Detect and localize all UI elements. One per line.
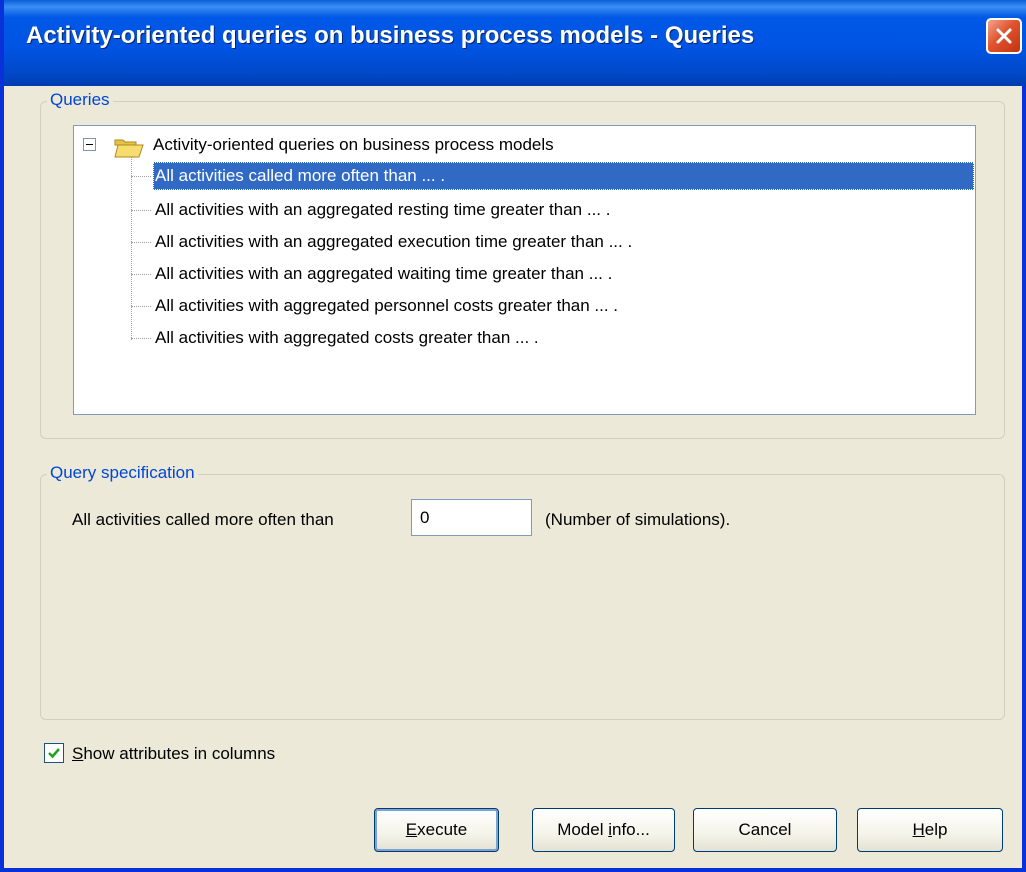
simulations-count-input[interactable] <box>411 499 532 536</box>
show-attributes-checkbox[interactable] <box>44 743 64 763</box>
tree-connector <box>131 274 151 275</box>
tree-connector <box>131 176 151 177</box>
dialog-window: Activity-oriented queries on business pr… <box>0 0 1026 872</box>
tree-connector <box>131 306 151 307</box>
show-attributes-label[interactable]: Show attributes in columns <box>72 744 275 764</box>
query-spec-group-legend: Query specification <box>47 463 198 483</box>
tree-connector <box>131 156 132 340</box>
execute-mnemonic: E <box>405 820 418 839</box>
show-attributes-text: how attributes in columns <box>83 744 276 763</box>
tree-connector <box>131 242 151 243</box>
queries-tree[interactable]: Activity-oriented queries on business pr… <box>73 125 976 415</box>
queries-group-legend: Queries <box>47 90 113 110</box>
help-button[interactable]: Help <box>857 808 1003 852</box>
tree-item-aggregated-costs[interactable]: All activities with aggregated costs gre… <box>153 324 541 352</box>
checkmark-icon <box>48 748 60 759</box>
close-icon <box>996 28 1012 44</box>
model-info-label-pre: Model <box>557 820 609 839</box>
help-label: elp <box>924 820 948 839</box>
spec-suffix-label: (Number of simulations). <box>545 510 731 529</box>
window-title: Activity-oriented queries on business pr… <box>26 22 755 49</box>
tree-connector <box>131 338 151 339</box>
tree-item-waiting-time[interactable]: All activities with an aggregated waitin… <box>153 260 614 288</box>
spec-prefix-label: All activities called more often than <box>72 510 334 529</box>
execute-label: xecute <box>417 820 468 839</box>
execute-button[interactable]: Execute <box>374 808 499 852</box>
show-attributes-mnemonic: S <box>72 744 84 763</box>
tree-item-resting-time[interactable]: All activities with an aggregated restin… <box>153 196 612 224</box>
model-info-button[interactable]: Model i nfo... <box>532 808 675 852</box>
folder-open-icon <box>114 139 144 158</box>
model-info-label-rest: nfo... <box>612 820 650 839</box>
tree-root-label[interactable]: Activity-oriented queries on business pr… <box>153 135 554 155</box>
help-mnemonic: H <box>912 820 925 839</box>
minus-icon <box>86 144 93 145</box>
cancel-button[interactable]: Cancel <box>693 808 837 852</box>
cancel-label: Cancel <box>738 820 792 839</box>
close-button[interactable] <box>986 18 1022 54</box>
tree-item-called-more-often[interactable]: All activities called more often than ..… <box>153 162 974 190</box>
title-bar[interactable]: Activity-oriented queries on business pr… <box>4 0 1026 86</box>
tree-item-execution-time[interactable]: All activities with an aggregated execut… <box>153 228 634 256</box>
collapse-toggle[interactable] <box>83 138 96 151</box>
tree-item-personnel-costs[interactable]: All activities with aggregated personnel… <box>153 292 620 320</box>
tree-connector <box>131 210 151 211</box>
